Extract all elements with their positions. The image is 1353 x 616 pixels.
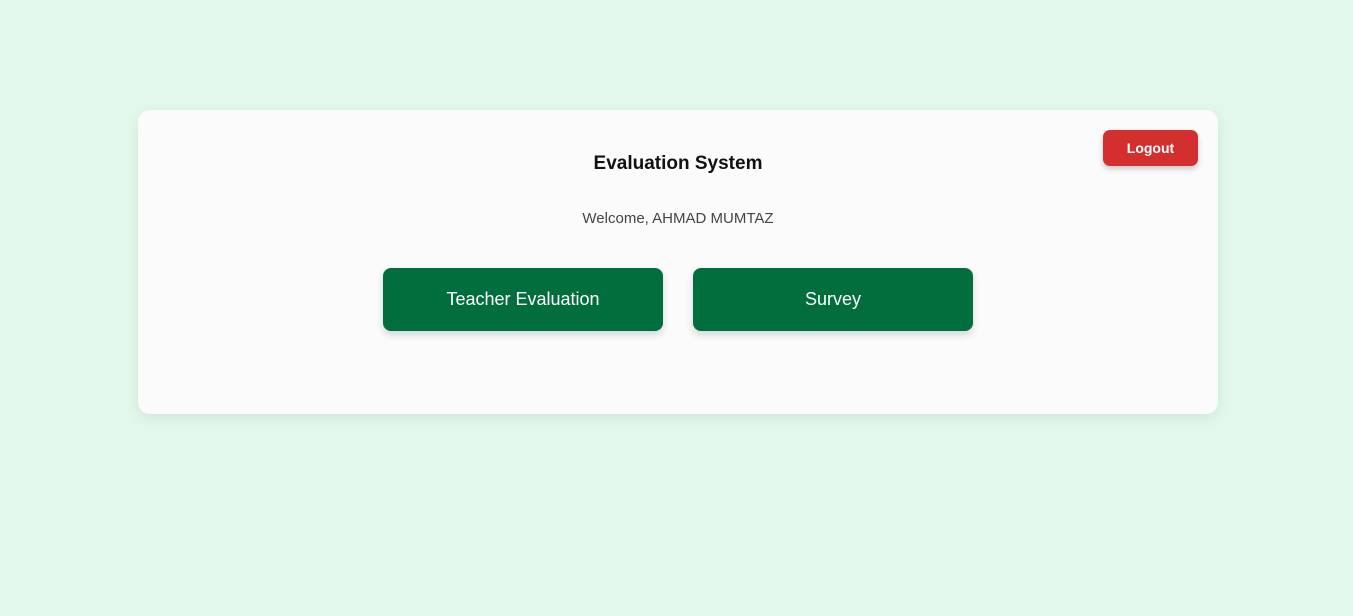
action-buttons: Teacher Evaluation Survey: [138, 268, 1218, 331]
main-card: Logout Evaluation System Welcome, AHMAD …: [138, 110, 1218, 414]
page-title: Evaluation System: [593, 153, 763, 174]
teacher-evaluation-button[interactable]: Teacher Evaluation: [383, 268, 663, 331]
welcome-message: Welcome, AHMAD MUMTAZ: [582, 210, 774, 227]
survey-button[interactable]: Survey: [693, 268, 973, 331]
